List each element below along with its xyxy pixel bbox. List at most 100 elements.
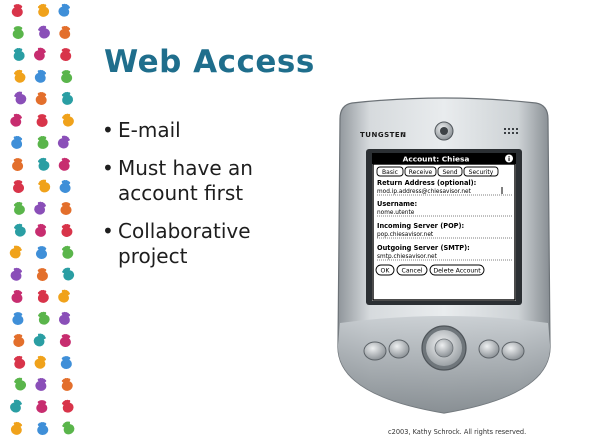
tab-label: Send	[442, 169, 457, 176]
handprint-icon	[14, 223, 26, 237]
handprint-icon	[35, 92, 47, 105]
handprint-icon	[59, 180, 71, 193]
handprint-icon	[12, 312, 24, 325]
handprint-icon	[13, 180, 25, 193]
field-label-outgoing-server: Outgoing Server (SMTP):	[377, 244, 470, 252]
handprint-icon	[12, 158, 24, 171]
handprint-icon	[35, 377, 47, 391]
handprint-icon	[60, 48, 72, 61]
field-label-return-address: Return Address (optional):	[377, 179, 476, 187]
handprint-icon	[37, 3, 50, 17]
bullet-list: • E-mail • Must have an account first • …	[100, 118, 300, 282]
handprint-icon	[37, 136, 49, 149]
handprint-icon	[58, 289, 70, 303]
handprint-icon	[60, 356, 72, 369]
handprint-icon	[37, 157, 50, 171]
field-value-incoming-server[interactable]: pop.chiesavisor.net	[377, 232, 434, 238]
tasks-icon[interactable]	[478, 339, 500, 359]
tab-label: Security	[469, 169, 494, 176]
handprint-icon	[13, 355, 26, 369]
handprint-icon	[61, 245, 74, 259]
handprint-border	[9, 3, 75, 435]
handprint-icon	[33, 47, 46, 61]
handprint-icon	[38, 311, 50, 325]
bullet-marker: •	[102, 118, 114, 142]
handprint-icon	[11, 135, 23, 149]
handprint-icon	[13, 201, 25, 215]
handprint-icon	[36, 268, 48, 281]
memo-icon[interactable]	[501, 341, 525, 361]
bullet-item-email: • E-mail	[100, 118, 300, 143]
handprint-icon	[62, 421, 75, 435]
field-label-username: Username:	[377, 200, 417, 208]
ok-button-label: OK	[381, 268, 391, 275]
bullet-text-line2: account first	[118, 181, 244, 205]
handprint-icon	[11, 290, 23, 303]
delete-account-button-label: Delete Account	[433, 268, 481, 275]
handprint-icon	[37, 422, 49, 435]
nav-center-button[interactable]	[434, 338, 454, 358]
pda-illustration: TUNGSTEN T Account: Chiesa i Basic Recei…	[337, 97, 551, 414]
bullet-text-line2: project	[118, 244, 188, 268]
handprint-icon	[61, 70, 73, 83]
handprint-icon	[37, 289, 49, 303]
handprint-icon	[34, 355, 46, 369]
bullet-marker: •	[102, 219, 114, 243]
handprint-icon	[10, 267, 23, 281]
handprint-icon	[13, 334, 25, 347]
handprint-icon	[12, 26, 24, 39]
brand-suffix: T	[400, 131, 406, 139]
bullet-text-line1: Collaborative	[118, 219, 251, 243]
dialog-title: Account: Chiesa	[403, 155, 470, 164]
handprint-icon	[35, 246, 47, 259]
handprint-icon	[10, 399, 22, 413]
handprint-icon	[34, 201, 46, 215]
handprint-icon	[34, 69, 47, 83]
handprint-icon	[58, 311, 71, 325]
handprint-icon	[11, 4, 23, 17]
copyright-credit: c2003, Kathy Schrock. All rights reserve…	[388, 428, 527, 436]
handprint-icon	[62, 267, 75, 281]
handprint-icon	[10, 421, 23, 435]
handprint-icon	[10, 113, 22, 127]
tab-label: Receive	[409, 169, 433, 176]
tab-label: Basic	[382, 169, 398, 176]
handprint-icon	[57, 135, 70, 149]
handprint-icon	[58, 3, 70, 17]
handprint-icon	[59, 25, 71, 39]
bullet-text: E-mail	[118, 118, 181, 142]
handprint-icon	[33, 333, 46, 347]
handprint-icon	[58, 157, 71, 171]
field-value-outgoing-server[interactable]: smtp.chiesavisor.net	[377, 254, 438, 260]
handprint-icon	[60, 202, 72, 215]
bullet-marker: •	[102, 156, 114, 180]
handprint-icon	[62, 113, 74, 127]
handprint-icon	[35, 223, 47, 237]
handprint-icon	[61, 224, 73, 237]
handprint-icon	[61, 91, 74, 105]
bullet-item-account: • Must have an account first	[100, 156, 300, 206]
handprint-icon	[13, 47, 25, 61]
contacts-icon[interactable]	[388, 339, 410, 359]
handprint-icon	[59, 334, 71, 347]
calendar-icon[interactable]	[363, 341, 387, 361]
handprint-icon	[62, 399, 74, 413]
slide-title: Web Access	[104, 44, 315, 80]
info-icon-glyph: i	[508, 156, 510, 163]
field-value-return-address[interactable]: mod.ip.address@chiesavisor.net	[377, 189, 472, 195]
handprint-icon	[38, 25, 50, 39]
handprint-icon	[14, 69, 26, 83]
pda-device-image: TUNGSTEN T Account: Chiesa i Basic Recei…	[322, 95, 566, 425]
handprint-icon	[38, 179, 51, 193]
handprint-icon	[61, 377, 73, 391]
handprint-icon	[9, 245, 22, 259]
cancel-button-label: Cancel	[402, 268, 423, 275]
handprint-icon	[36, 400, 48, 413]
handprint-icon	[36, 114, 48, 127]
field-value-username[interactable]: nome.utente	[377, 210, 415, 216]
handprint-icon	[14, 91, 27, 105]
handprint-icon	[14, 377, 27, 391]
bullet-item-collab: • Collaborative project	[100, 219, 300, 269]
bullet-text-line1: Must have an	[118, 156, 253, 180]
brand-label: TUNGSTEN	[360, 131, 407, 139]
